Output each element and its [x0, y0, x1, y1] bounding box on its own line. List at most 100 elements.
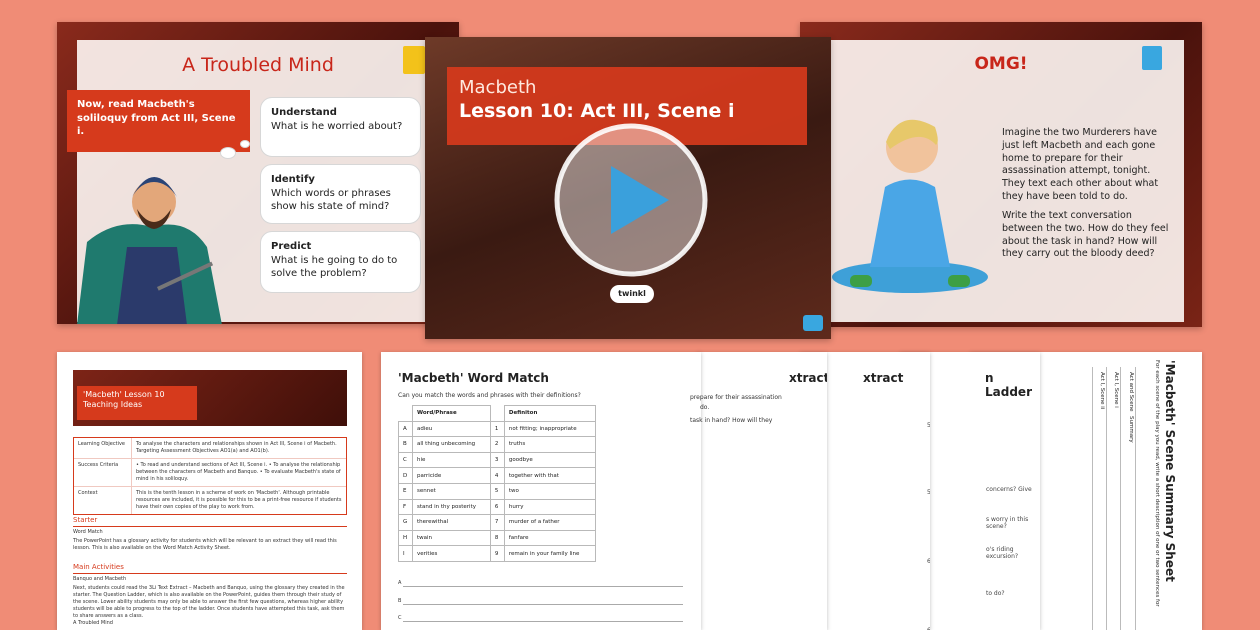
row-definition: goodbye	[503, 451, 597, 469]
row-letter: F	[398, 498, 413, 516]
answer-label: C	[398, 615, 402, 621]
slide-title: A Troubled Mind	[182, 54, 334, 76]
play-video-icon[interactable]	[553, 122, 709, 278]
row-definition: not fitting; inappropriate	[503, 420, 597, 438]
row-word: adieu	[412, 420, 491, 438]
row-number: 5	[489, 482, 505, 500]
table-row: Success Criteria • To read and understan…	[74, 459, 346, 487]
row-word: therewithal	[412, 514, 491, 531]
row-text: • To read and understand sections of Act…	[136, 462, 341, 482]
table-row: Fstand in thy posterity 6 hurry	[398, 498, 597, 516]
divider	[73, 526, 347, 527]
row-definition: hurry	[503, 498, 597, 516]
table-divider	[1092, 367, 1093, 630]
table-cell: Act I, Scene i	[1113, 372, 1119, 408]
row-letter: A	[398, 420, 413, 438]
document-title: 'Macbeth' Scene Summary Sheet	[1163, 360, 1177, 582]
section-subheading: Banquo and Macbeth	[73, 576, 127, 582]
table-row: Esennet 5 two	[398, 482, 597, 500]
table-row: Learning Objective To analyse the charac…	[74, 438, 346, 459]
table-row: Context This is the tenth lesson in a sc…	[74, 487, 346, 514]
row-letter: I	[398, 545, 413, 562]
row-label: Learning Objective	[74, 438, 132, 458]
question-text: s worry in this scene?	[986, 516, 1029, 530]
table-divider	[1135, 367, 1136, 630]
document-header-title: 'Macbeth' Lesson 10 Teaching Ideas	[77, 386, 197, 420]
table-divider	[1120, 367, 1121, 630]
row-letter: B	[398, 436, 413, 453]
document-title: xtract	[863, 371, 904, 385]
twinkl-badge: twinkl	[610, 285, 654, 303]
answer-line[interactable]	[403, 621, 683, 622]
table-row: Iverities 9 remain in your family line	[398, 545, 597, 562]
row-word: all thing unbecoming	[412, 436, 491, 453]
table-cell	[398, 405, 413, 422]
document-subtitle: For each scene of the play you read, wri…	[1154, 360, 1160, 607]
row-number: 1	[489, 420, 505, 438]
omg-instructions: Imagine the two Murderers have just left…	[1002, 127, 1170, 267]
section-subheading: A Troubled Mind	[73, 620, 113, 626]
document-title: xtract	[789, 371, 827, 385]
row-letter: D	[398, 467, 413, 484]
column-header: Summary	[1128, 416, 1134, 443]
table-row: Chie 3 goodbye	[398, 451, 597, 469]
row-definition: two	[503, 482, 597, 500]
table-row: Aadieu 1 not fitting; inappropriate	[398, 420, 597, 438]
row-definition: truths	[503, 436, 597, 453]
answer-label: A	[398, 580, 402, 586]
section-paragraph: Next, students could read the 3Li Text E…	[73, 585, 345, 619]
question-text: to do?	[986, 590, 1005, 597]
twinkl-logo-icon	[803, 315, 823, 331]
lesson-subtitle: Lesson 10: Act III, Scene i	[459, 100, 735, 122]
row-word: twain	[412, 529, 491, 547]
table-row: Dparricide 4 together with that	[398, 467, 597, 484]
column-header: Word/Phrase	[412, 405, 491, 422]
row-number: 9	[489, 545, 505, 562]
row-letter: H	[398, 529, 413, 547]
row-word: stand in thy posterity	[412, 498, 491, 516]
thought-bubble-understand: Understand What is he worried about?	[260, 97, 421, 157]
document-header-image: 'Macbeth' Lesson 10 Teaching Ideas	[73, 370, 347, 426]
row-number: 7	[489, 514, 505, 531]
row-text: To analyse the characters and relationsh…	[136, 441, 337, 454]
extract-fragment: prepare for their assassination	[690, 394, 782, 401]
lesson-info-table: Learning Objective To analyse the charac…	[73, 437, 347, 515]
thought-bubble-predict: Predict What is he going to do to solve t…	[260, 231, 421, 293]
line-number: 55	[927, 489, 930, 496]
section-subheading: Word Match	[73, 529, 103, 535]
omg-paragraph: Imagine the two Murderers have just left…	[1002, 127, 1159, 203]
document-title: 'Macbeth' Word Match	[398, 371, 549, 385]
line-number: 50	[927, 422, 930, 429]
row-word: hie	[412, 451, 491, 469]
table-row: Ball thing unbecoming 2 truths	[398, 436, 597, 453]
row-letter: C	[398, 451, 413, 469]
table-divider	[1106, 367, 1107, 630]
answer-label: B	[398, 598, 402, 604]
omg-paragraph: Write the text conversation between the …	[1002, 209, 1169, 260]
answer-line[interactable]	[403, 586, 683, 587]
slide-lesson-title[interactable]: Macbeth Lesson 10: Act III, Scene i twin…	[425, 37, 831, 339]
thought-dot	[240, 140, 250, 148]
word-match-sheet[interactable]: 'Macbeth' Word Match Can you match the w…	[381, 352, 701, 630]
slide-title: OMG!	[974, 54, 1028, 74]
table-row: Htwain 8 fanfare	[398, 529, 597, 547]
thought-bubble-identify: Identify Which words or phrases show his …	[260, 164, 421, 224]
document-title: n Ladder	[985, 371, 1032, 399]
slide-omg[interactable]: OMG! Imagine the two Murderers have just…	[800, 22, 1202, 327]
table-header-row: Word/Phrase Definiton	[398, 405, 597, 422]
line-number: 60	[927, 558, 930, 565]
thinking-boy-illustration-icon	[832, 119, 988, 293]
column-header: Definiton	[503, 405, 597, 422]
macbeth-illustration-icon	[77, 177, 222, 324]
row-definition: remain in your family line	[503, 545, 597, 562]
section-heading: Main Activities	[73, 563, 124, 571]
row-word: verities	[412, 545, 491, 562]
section-heading: Starter	[73, 516, 98, 524]
row-number: 3	[489, 451, 505, 469]
extract-fragment: do.	[700, 404, 710, 411]
answer-line[interactable]	[403, 604, 683, 605]
teaching-ideas-document[interactable]: 'Macbeth' Lesson 10 Teaching Ideas Learn…	[57, 352, 362, 630]
column-header: Act and Scene	[1128, 372, 1134, 412]
row-word: parricide	[412, 467, 491, 484]
slide-troubled-mind[interactable]: A Troubled Mind Now, read Macbeth's soli…	[57, 22, 459, 324]
